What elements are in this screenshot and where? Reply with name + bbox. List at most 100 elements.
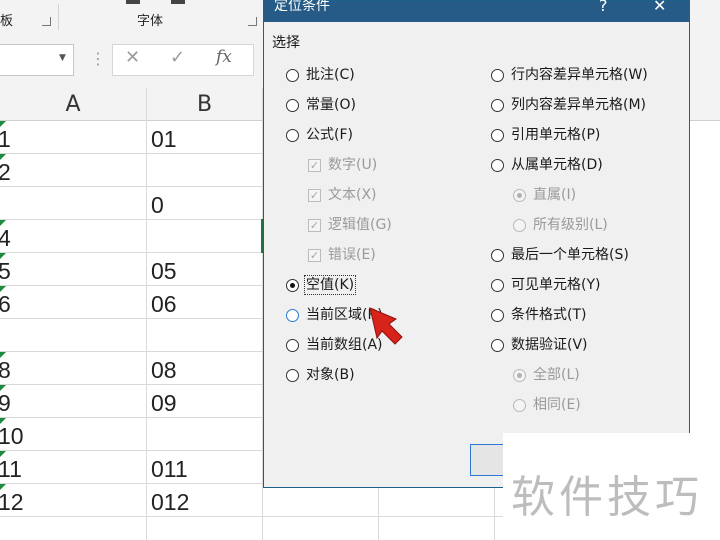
error-indicator-icon [0,220,6,226]
column-header-a[interactable]: A [0,88,146,120]
grid-line [0,351,263,352]
cell-b6[interactable]: 06 [151,291,177,318]
radio-icon[interactable] [286,339,299,352]
option-label: 公式(F) [306,127,353,143]
cell-a10[interactable]: 10 [0,423,24,450]
checkbox-checked-icon: ✓ [308,159,321,172]
radio-icon[interactable] [491,309,504,322]
radio-icon[interactable] [286,69,299,82]
cell-b8[interactable]: 08 [151,357,177,384]
option-label: 常量(O) [306,97,356,113]
grid-line [146,88,147,540]
radio-icon[interactable] [491,129,504,142]
font-launcher-icon[interactable] [248,17,257,26]
ribbon-group-label-font: 字体 [137,14,164,29]
option-label: 全部(L) [533,367,580,383]
option-label: 引用单元格(P) [511,127,601,143]
grid-line [0,318,263,319]
cell-a2[interactable]: 2 [0,159,11,186]
insert-function-icon[interactable]: fx [216,47,232,67]
radio-icon[interactable] [491,99,504,112]
error-indicator-icon [0,451,6,457]
watermark-text: 软件技巧 [511,472,703,523]
error-indicator-icon [0,418,6,424]
radio-icon[interactable] [286,309,299,322]
cell-a11[interactable]: 11 [0,456,22,483]
option-label: 从属单元格(D) [511,157,603,173]
radio-icon[interactable] [491,249,504,262]
ribbon-divider [58,4,59,30]
grid-line [0,417,263,418]
cell-a9[interactable]: 9 [0,390,11,417]
radio-selected-icon[interactable] [286,279,299,292]
cell-a5[interactable]: 5 [0,258,11,285]
cancel-icon[interactable]: ✕ [125,47,140,68]
error-indicator-icon [0,484,6,490]
dialog-title: 定位条件 [274,0,330,14]
cell-b12[interactable]: 012 [151,489,189,516]
cell-a8[interactable]: 8 [0,357,11,384]
cell-a1[interactable]: 1 [0,126,11,153]
option-label: 所有级别(L) [533,217,608,233]
radio-selected-icon [513,189,526,202]
checkbox-checked-icon: ✓ [308,249,321,262]
go-to-special-dialog: 定位条件 ? ✕ 选择 批注(C) 常量(O) 公式(F) ✓ 数字(U) ✓ … [263,0,690,488]
close-icon[interactable]: ✕ [653,0,666,15]
option-label: 最后一个单元格(S) [511,247,629,263]
grid-line [0,384,263,385]
option-label: 条件格式(T) [511,307,587,323]
cell-a12[interactable]: 12 [0,489,24,516]
error-indicator-icon [0,253,6,259]
radio-icon[interactable] [491,159,504,172]
radio-selected-icon [513,369,526,382]
option-label: 行内容差异单元格(W) [511,67,648,83]
cell-a4[interactable]: 4 [0,225,11,252]
option-label: 对象(B) [306,367,355,383]
cell-b11[interactable]: 011 [151,456,188,483]
option-label: 空值(K) [304,275,357,295]
error-indicator-icon [0,154,6,160]
clipboard-launcher-icon[interactable] [42,17,51,26]
option-label: 数据验证(V) [511,337,588,353]
grid-line [0,219,263,220]
radio-icon[interactable] [286,129,299,142]
option-label: 逻辑值(G) [328,217,392,233]
option-label: 可见单元格(Y) [511,277,601,293]
radio-icon[interactable] [491,69,504,82]
option-label: 直属(I) [533,187,577,203]
grid-line [0,516,503,517]
grid-line [0,153,263,154]
grid-line [0,186,263,187]
checkbox-checked-icon: ✓ [308,189,321,202]
pointer-arrow-icon [369,307,403,345]
error-indicator-icon [0,286,6,292]
cell-b1[interactable]: 01 [151,126,177,153]
error-indicator-icon [0,385,6,391]
error-indicator-icon [0,121,6,127]
cell-a6[interactable]: 6 [0,291,11,318]
ribbon-group-label-clipboard: 板 [0,14,14,29]
column-header-b[interactable]: B [147,88,262,120]
name-box[interactable]: ▼ [0,44,74,76]
option-label: 错误(E) [328,247,376,263]
help-icon[interactable]: ? [599,0,608,15]
radio-icon [513,399,526,412]
grid-line [0,450,263,451]
radio-icon[interactable] [286,369,299,382]
chevron-down-icon[interactable]: ▼ [59,53,66,63]
cell-b9[interactable]: 09 [151,390,177,417]
grid-line [494,488,495,540]
ribbon-control-fragment [171,0,185,4]
cell-b5[interactable]: 05 [151,258,177,285]
enter-icon[interactable]: ✓ [170,47,185,68]
radio-icon[interactable] [491,339,504,352]
radio-icon[interactable] [491,279,504,292]
more-icon: ⋮ [90,49,106,68]
cell-b3[interactable]: 0 [151,192,164,219]
radio-icon[interactable] [286,99,299,112]
grid-line [0,285,263,286]
error-indicator-icon [0,352,6,358]
grid-line [0,483,263,484]
watermark-area: 软件技巧 [503,433,720,540]
option-label: 文本(X) [328,187,377,203]
